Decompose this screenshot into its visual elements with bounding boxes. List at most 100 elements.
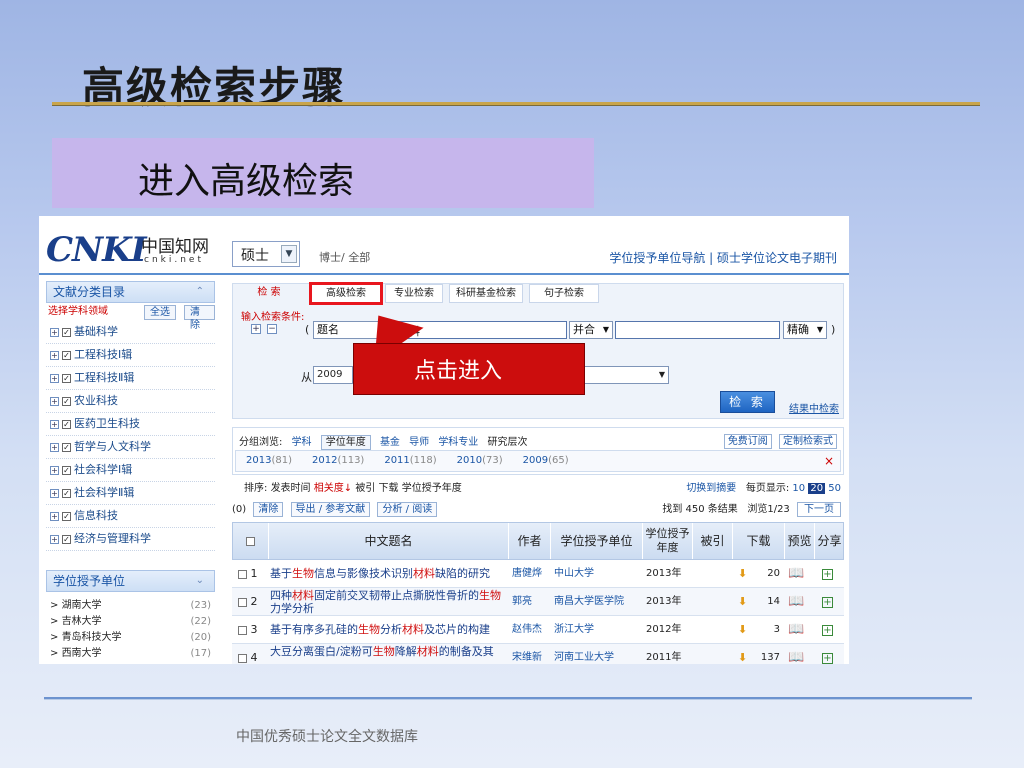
expand-icon[interactable]: ⌄ xyxy=(196,571,204,591)
year-filter-item[interactable]: 2009(65) xyxy=(523,455,569,466)
checkbox-checked-icon[interactable]: ✓ xyxy=(62,327,71,337)
sort-relevance[interactable]: 相关度 xyxy=(314,483,344,494)
sidebar-item[interactable]: + ✓ 社会科学Ⅰ辑 xyxy=(46,459,215,482)
book-preview-icon[interactable]: 📖 xyxy=(788,616,812,642)
year-filter-item[interactable]: 2011(118) xyxy=(384,455,436,466)
expand-icon[interactable]: + xyxy=(50,396,59,406)
per-page-20[interactable]: 20 xyxy=(808,483,826,494)
tab-search[interactable]: 检 索 xyxy=(247,284,291,303)
group-subject[interactable]: 学科 xyxy=(292,437,312,448)
year-filter-item[interactable]: 2010(73) xyxy=(457,455,503,466)
sort-time[interactable]: 发表时间 xyxy=(271,483,311,494)
group-major[interactable]: 学科专业 xyxy=(438,437,478,448)
year-filter-item[interactable]: 2012(113) xyxy=(312,455,364,466)
expand-icon[interactable]: + xyxy=(50,350,59,360)
col-preview[interactable]: 预览 xyxy=(785,523,815,559)
sidebar-item[interactable]: + ✓ 农业科技 xyxy=(46,390,215,413)
from-year-select[interactable]: 2009 xyxy=(313,366,353,384)
row-title-link[interactable]: 四种材料固定前交叉韧带止点撕脱性骨折的生物力学分析 xyxy=(270,588,508,616)
header-checkbox-cell[interactable] xyxy=(233,523,269,559)
unit-item[interactable]: > 西南大学 (17) xyxy=(46,646,215,662)
next-page-button[interactable]: 下一页 xyxy=(797,502,841,517)
row-unit[interactable]: 南昌大学医学院 xyxy=(554,588,644,614)
col-share[interactable]: 分享 xyxy=(815,523,845,559)
checkbox-checked-icon[interactable]: ✓ xyxy=(62,442,71,452)
row-checkbox[interactable] xyxy=(238,625,247,635)
row-title-link[interactable]: 大豆分离蛋白/淀粉可生物降解材料的制备及其 xyxy=(270,644,508,664)
degree-select[interactable]: 硕士 ▼ xyxy=(232,241,300,267)
expand-icon[interactable]: + xyxy=(50,465,59,475)
row-select[interactable]: 3 xyxy=(238,616,268,642)
tab-fund-search[interactable]: 科研基金检索 xyxy=(449,284,523,303)
row-checkbox[interactable] xyxy=(238,597,247,607)
share-plus-icon[interactable]: + xyxy=(822,644,840,664)
clear-button[interactable]: 清除 xyxy=(184,305,215,331)
select-all-button[interactable]: 全选 xyxy=(144,305,176,320)
book-preview-icon[interactable]: 📖 xyxy=(788,560,812,586)
checkbox-checked-icon[interactable]: ✓ xyxy=(62,350,71,360)
year-filter-item[interactable]: 2013(81) xyxy=(246,455,292,466)
expand-icon[interactable]: + xyxy=(50,534,59,544)
row-select[interactable]: 1 xyxy=(238,560,268,586)
row-select[interactable]: 2 xyxy=(238,588,268,614)
share-plus-icon[interactable]: + xyxy=(822,616,840,642)
row-unit[interactable]: 中山大学 xyxy=(554,560,644,586)
tab-professional-search[interactable]: 专业检索 xyxy=(385,284,443,303)
group-fund[interactable]: 基金 xyxy=(380,437,400,448)
custom-query-button[interactable]: 定制检索式 xyxy=(779,434,837,449)
col-author[interactable]: 作者 xyxy=(509,523,551,559)
logic-select[interactable]: 并合 ▼ xyxy=(569,321,613,339)
sidebar-item[interactable]: + ✓ 医药卫生科技 xyxy=(46,413,215,436)
tab-sentence-search[interactable]: 句子检索 xyxy=(529,284,599,303)
sort-degree-year[interactable]: 学位授予年度 xyxy=(402,483,462,494)
row-author[interactable]: 郭亮 xyxy=(512,588,552,614)
table-row[interactable]: 3 基于有序多孔硅的生物分析材料及芯片的构建 赵伟杰 浙江大学 2012年 ⬇ 3 📖 + xyxy=(232,616,844,644)
row-title-link[interactable]: 基于有序多孔硅的生物分析材料及芯片的构建 xyxy=(270,616,508,642)
catalog-header[interactable]: 文献分类目录 ⌃ xyxy=(46,281,215,303)
row-author[interactable]: 唐健烨 xyxy=(512,560,552,586)
checkbox-checked-icon[interactable]: ✓ xyxy=(62,465,71,475)
clear-selection-button[interactable]: 清除 xyxy=(253,502,284,517)
checkbox-checked-icon[interactable]: ✓ xyxy=(62,373,71,383)
sidebar-item[interactable]: + ✓ 工程科技Ⅰ辑 xyxy=(46,344,215,367)
download-icon[interactable]: ⬇ xyxy=(738,560,752,586)
sidebar-item[interactable]: + ✓ 经济与管理科学 xyxy=(46,528,215,551)
group-degree-year[interactable]: 学位年度 xyxy=(320,435,371,450)
free-subscribe-button[interactable]: 免费订阅 xyxy=(723,434,772,449)
search-in-result-link[interactable]: 结果中检索 xyxy=(789,400,839,415)
degree-links[interactable]: 博士/ 全部 xyxy=(319,249,370,265)
share-plus-icon[interactable]: + xyxy=(822,588,840,614)
checkbox-checked-icon[interactable]: ✓ xyxy=(62,419,71,429)
checkbox-checked-icon[interactable]: ✓ xyxy=(62,534,71,544)
row-unit[interactable]: 河南工业大学 xyxy=(554,644,644,664)
col-download[interactable]: 下载 xyxy=(733,523,785,559)
book-preview-icon[interactable]: 📖 xyxy=(788,644,812,664)
row-unit[interactable]: 浙江大学 xyxy=(554,616,644,642)
table-row[interactable]: 1 基于生物信息与影像技术识别材料缺陷的研究 唐健烨 中山大学 2013年 ⬇ 20 📖 + xyxy=(232,560,844,588)
switch-summary-link[interactable]: 切换到摘要 xyxy=(686,483,736,494)
analyze-button[interactable]: 分析 / 阅读 xyxy=(377,502,438,517)
top-nav-links[interactable]: 学位授予单位导航 | 硕士学位论文电子期刊 xyxy=(609,249,837,266)
sidebar-item[interactable]: + ✓ 哲学与人文科学 xyxy=(46,436,215,459)
download-icon[interactable]: ⬇ xyxy=(738,616,752,642)
expand-icon[interactable]: + xyxy=(50,442,59,452)
download-icon[interactable]: ⬇ xyxy=(738,588,752,614)
expand-icon[interactable]: + xyxy=(50,327,59,337)
checkbox-checked-icon[interactable]: ✓ xyxy=(62,511,71,521)
col-unit[interactable]: 学位授予单位 xyxy=(551,523,643,559)
close-icon[interactable]: × xyxy=(824,451,834,471)
sidebar-item[interactable]: + ✓ 工程科技Ⅱ辑 xyxy=(46,367,215,390)
row-author[interactable]: 宋维新 xyxy=(512,644,552,664)
expand-icon[interactable]: + xyxy=(50,488,59,498)
term2-input[interactable] xyxy=(615,321,780,339)
collapse-icon[interactable]: ⌃ xyxy=(196,282,204,302)
checkbox-checked-icon[interactable]: ✓ xyxy=(62,396,71,406)
sidebar-item[interactable]: + ✓ 信息科技 xyxy=(46,505,215,528)
cnki-logo[interactable]: CNKI 中国知网 cnki.net xyxy=(46,230,216,270)
match-select[interactable]: 精确 ▼ xyxy=(783,321,827,339)
table-row[interactable]: 2 四种材料固定前交叉韧带止点撕脱性骨折的生物力学分析 郭亮 南昌大学医学院 2013年… xyxy=(232,588,844,616)
col-cited[interactable]: 被引 xyxy=(693,523,733,559)
add-row-icon[interactable]: + xyxy=(251,324,261,334)
search-button[interactable]: 检 索 xyxy=(720,391,775,413)
unit-item[interactable]: > 青岛科技大学 (20) xyxy=(46,630,215,646)
